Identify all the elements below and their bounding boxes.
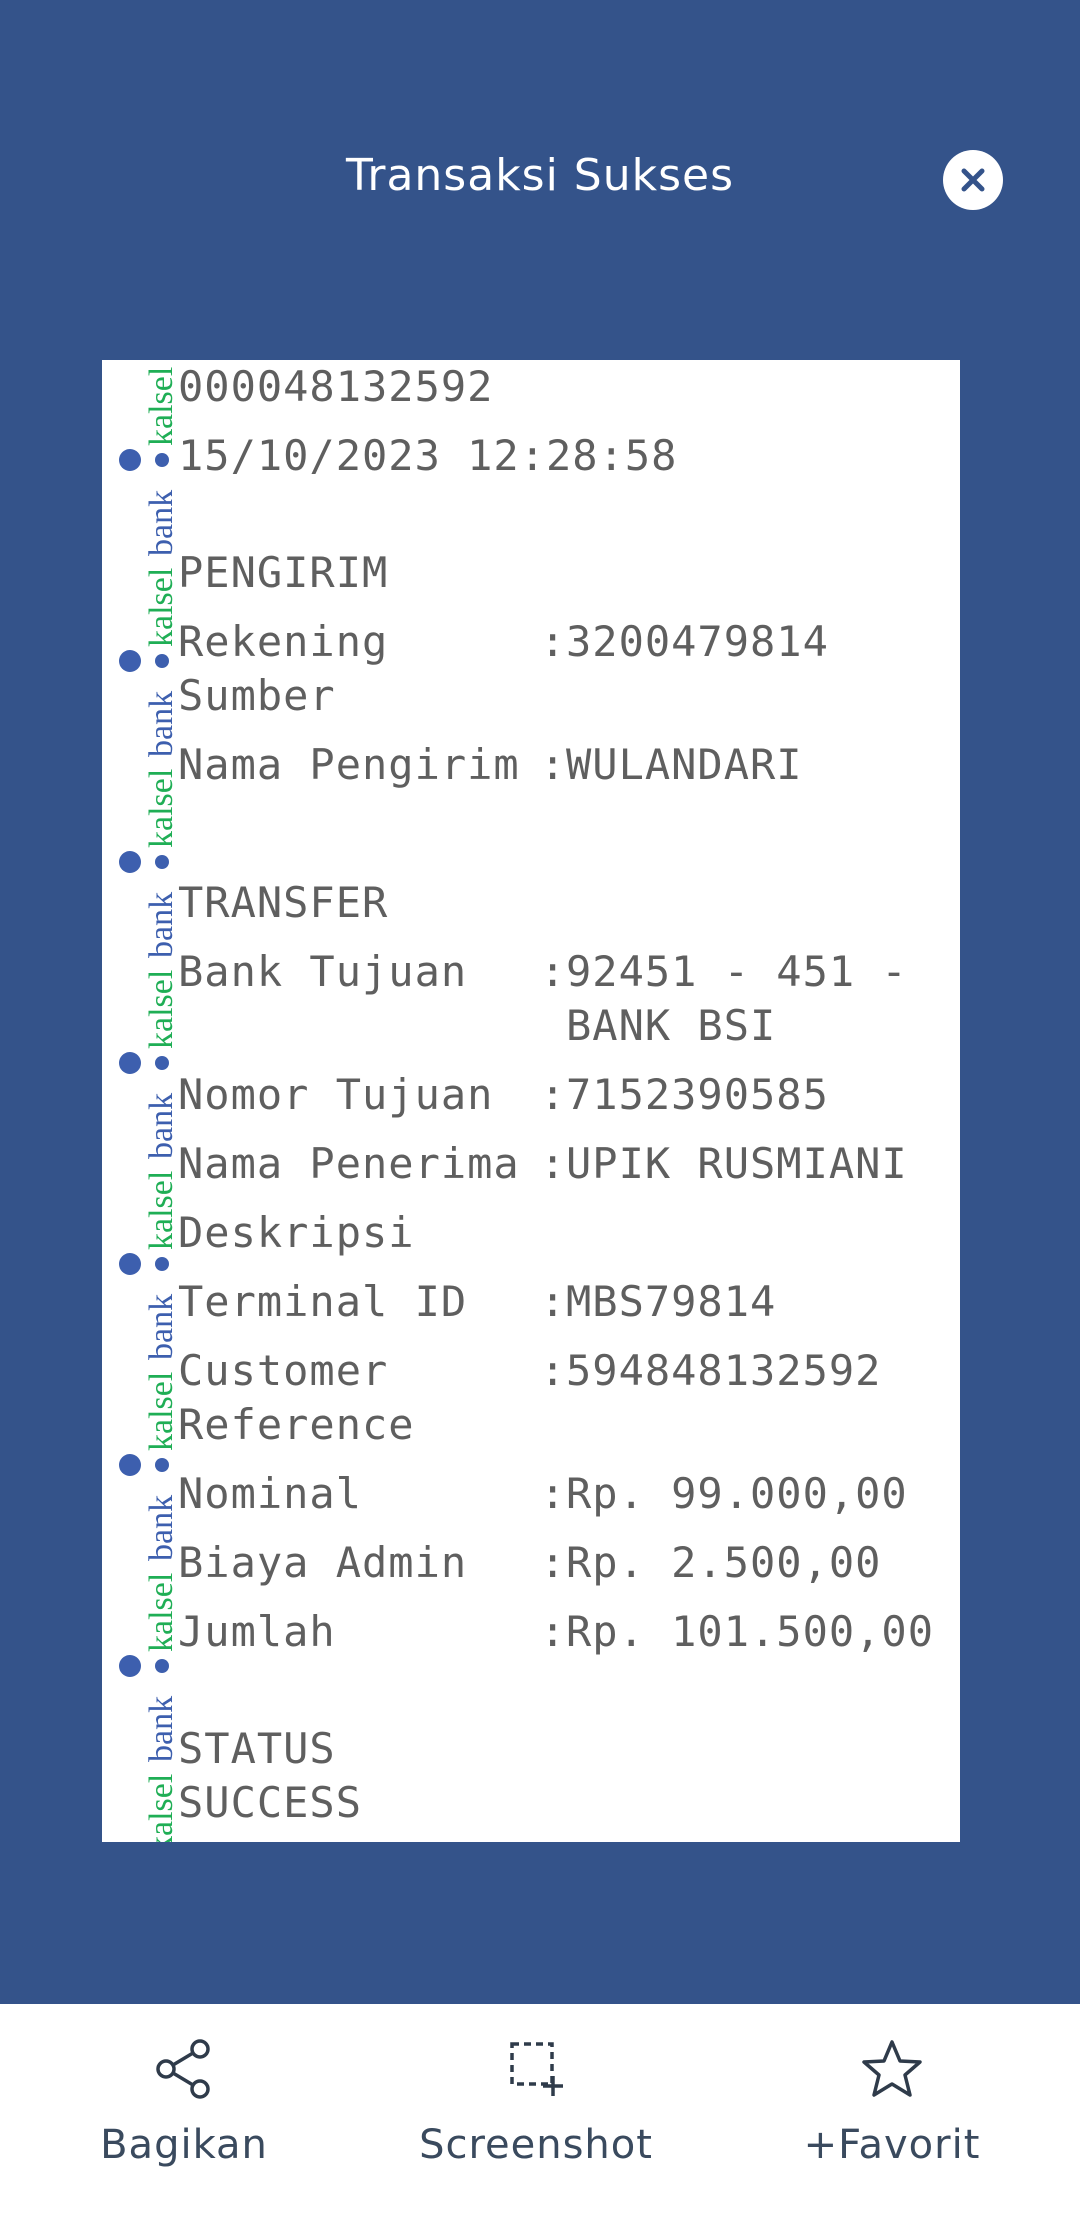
close-button[interactable]: [943, 150, 1003, 210]
watermark-dot: [119, 650, 141, 672]
screenshot-button[interactable]: Screenshot: [386, 2034, 686, 2168]
bank-tujuan-label: Bank Tujuan: [178, 947, 468, 996]
jumlah-value: Rp. 101.500,00: [566, 1607, 935, 1656]
screenshot-label: Screenshot: [419, 2122, 653, 2168]
bank-tujuan-value: 92451 - 451 -: [566, 947, 908, 996]
watermark-dot: [155, 654, 169, 668]
watermark-text: bank: [143, 1495, 180, 1561]
nama-pengirim-label: Nama Pengirim: [178, 740, 520, 789]
jumlah-row: Jumlah:Rp. 101.500,00: [178, 1605, 934, 1659]
action-bar: Bagikan Screenshot +Favorit: [0, 2004, 1080, 2214]
biaya-admin-value: Rp. 2.500,00: [566, 1538, 882, 1587]
share-button[interactable]: Bagikan: [34, 2034, 334, 2168]
watermark-dot: [119, 449, 141, 471]
nomor-tujuan-row: Nomor Tujuan:7152390585: [178, 1068, 829, 1122]
deskripsi-label: Deskripsi: [178, 1208, 415, 1257]
watermark-text: bank: [143, 691, 180, 757]
terminal-row: Terminal ID:MBS79814: [178, 1275, 776, 1329]
favorite-button[interactable]: +Favorit: [742, 2034, 1042, 2168]
bank-watermark: kalsel bank kalsel bank kalsel bank kalsel bank…: [110, 360, 180, 1842]
watermark-dot: [155, 1458, 169, 1472]
watermark-text: bank: [143, 490, 180, 556]
watermark-dot: [119, 1655, 141, 1677]
watermark-text: bank: [143, 1294, 180, 1360]
rekening-row: Rekening:3200479814: [178, 615, 829, 669]
ref-number: 000048132592: [178, 362, 494, 411]
nominal-row: Nominal:Rp. 99.000,00: [178, 1467, 908, 1521]
watermark-dot: [119, 1052, 141, 1074]
rekening-label: Rekening: [178, 617, 389, 666]
watermark-dot: [155, 1257, 169, 1271]
nama-penerima-row: Nama Penerima:UPIK RUSMIANI: [178, 1137, 908, 1191]
watermark-text: kalsel: [143, 1573, 180, 1652]
terminal-label: Terminal ID: [178, 1277, 468, 1326]
status-heading: STATUS: [178, 1724, 336, 1773]
watermark-text: bank: [143, 1093, 180, 1159]
nomor-tujuan-value: 7152390585: [566, 1070, 829, 1119]
transaction-datetime: 15/10/2023 12:28:58: [178, 431, 678, 480]
rekening-value: 3200479814: [566, 617, 829, 666]
terminal-value: MBS79814: [566, 1277, 777, 1326]
watermark-dot: [155, 453, 169, 467]
watermark-text: kalsel: [143, 1171, 180, 1250]
watermark-text: kalsel: [143, 1372, 180, 1451]
sender-heading: PENGIRIM: [178, 548, 389, 597]
screenshot-icon: [510, 2042, 563, 2096]
nama-penerima-value: UPIK RUSMIANI: [566, 1139, 908, 1188]
bank-tujuan-value-cont: BANK BSI: [566, 1001, 777, 1050]
watermark-text: bank: [143, 1696, 180, 1762]
customer-ref-row: Customer:594848132592: [178, 1344, 881, 1398]
star-icon: [862, 2040, 922, 2097]
rekening-label-cont: Sumber: [178, 671, 336, 720]
watermark-text: kalsel: [143, 367, 180, 446]
nama-penerima-label: Nama Penerima: [178, 1139, 520, 1188]
watermark-dot: [155, 855, 169, 869]
share-label: Bagikan: [100, 2122, 268, 2168]
customer-ref-label: Customer: [178, 1346, 389, 1395]
watermark-dot: [155, 1056, 169, 1070]
nomor-tujuan-label: Nomor Tujuan: [178, 1070, 494, 1119]
biaya-admin-label: Biaya Admin: [178, 1538, 468, 1587]
share-icon: [156, 2039, 210, 2099]
watermark-text: bank: [143, 892, 180, 958]
close-icon: [961, 168, 985, 192]
transfer-heading: TRANSFER: [178, 878, 389, 927]
watermark-dot: [119, 851, 141, 873]
biaya-admin-row: Biaya Admin:Rp. 2.500,00: [178, 1536, 881, 1590]
nama-pengirim-value: WULANDARI: [566, 740, 803, 789]
status-value: SUCCESS: [178, 1778, 363, 1827]
watermark-text: kalsel: [143, 1774, 180, 1842]
nama-pengirim-row: Nama Pengirim:WULANDARI: [178, 738, 803, 792]
jumlah-label: Jumlah: [178, 1607, 336, 1656]
favorite-label: +Favorit: [803, 2122, 981, 2168]
watermark-dot: [119, 1253, 141, 1275]
watermark-text: kalsel: [143, 568, 180, 647]
nominal-label: Nominal: [178, 1469, 363, 1518]
watermark-dot: [155, 1659, 169, 1673]
watermark-dot: [119, 1454, 141, 1476]
page-title: Transaksi Sukses: [345, 150, 735, 201]
customer-ref-value: 594848132592: [566, 1346, 882, 1395]
nominal-value: Rp. 99.000,00: [566, 1469, 908, 1518]
transaction-receipt: kalsel bank kalsel bank kalsel bank kalsel bank…: [102, 360, 960, 1842]
bank-tujuan-row: Bank Tujuan:92451 - 451 -: [178, 945, 908, 999]
customer-ref-label-cont: Reference: [178, 1400, 415, 1449]
watermark-text: kalsel: [143, 769, 180, 848]
watermark-text: kalsel: [143, 970, 180, 1049]
